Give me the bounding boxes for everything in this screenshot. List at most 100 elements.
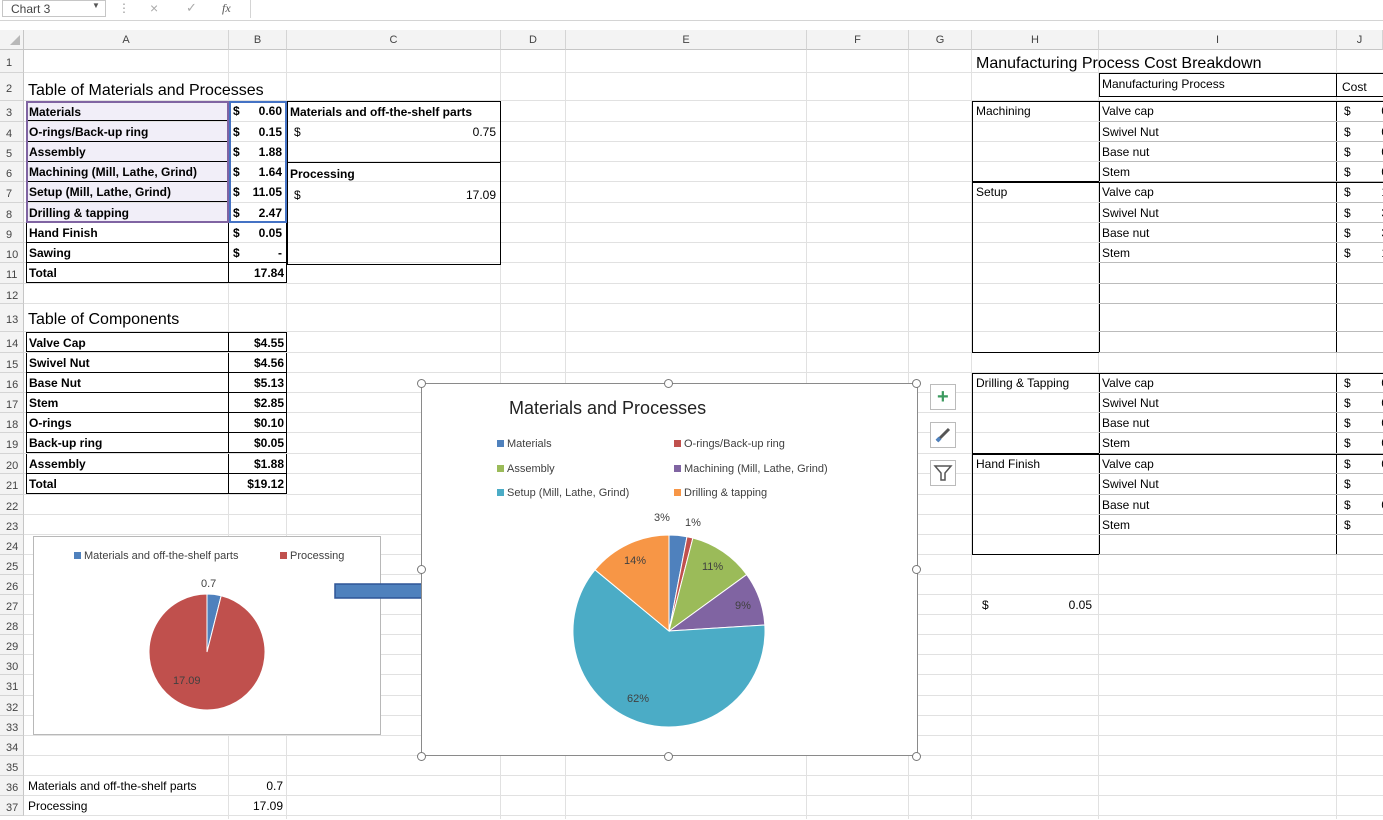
name-box-dropdown-icon[interactable]: ▼ [92, 1, 100, 10]
resize-handle[interactable] [417, 379, 426, 388]
row-header-9[interactable]: 9 [0, 223, 24, 243]
row-header-27[interactable]: 27 [0, 595, 24, 615]
breakdown-currency: $ [1344, 518, 1351, 532]
chart-filters-button[interactable] [930, 460, 956, 486]
row-header-19[interactable]: 19 [0, 433, 24, 454]
function-icon[interactable]: fx [222, 1, 231, 16]
row-header-31[interactable]: 31 [0, 675, 24, 696]
breakdown-cost: 0.6 [1360, 433, 1383, 453]
resize-handle[interactable] [417, 752, 426, 761]
column-header-h[interactable]: H [972, 30, 1099, 50]
resize-handle[interactable] [664, 752, 673, 761]
row-header-28[interactable]: 28 [0, 615, 24, 635]
small-pie-svg: 0.7 17.09 [148, 578, 266, 711]
chart-elements-button[interactable]: + [930, 384, 956, 410]
column-header-i[interactable]: I [1099, 30, 1337, 50]
cancel-icon[interactable]: × [150, 0, 158, 16]
breakdown-part: Valve cap [1102, 376, 1154, 390]
column-header-d[interactable]: D [501, 30, 566, 50]
resize-handle[interactable] [912, 379, 921, 388]
row-header-24[interactable]: 24 [0, 535, 24, 555]
component-label: Assembly [26, 454, 229, 474]
pie-slice-1[interactable] [148, 593, 266, 711]
breakdown-currency: $ [1344, 226, 1351, 240]
selection-range-blue[interactable] [229, 101, 287, 223]
resize-handle[interactable] [912, 752, 921, 761]
name-box[interactable]: Chart 3 [2, 0, 106, 17]
breakdown-row-line [1099, 331, 1383, 332]
row-header-16[interactable]: 16 [0, 373, 24, 393]
row-header-1[interactable]: 1 [0, 50, 24, 73]
enter-icon[interactable]: ✓ [186, 0, 197, 16]
breakdown-row-line [1099, 473, 1383, 474]
column-header-j[interactable]: J [1337, 30, 1383, 50]
breakdown-row-line [1099, 121, 1383, 122]
resize-handle[interactable] [417, 565, 426, 574]
column-header-b[interactable]: B [229, 30, 287, 50]
row-header-11[interactable]: 11 [0, 263, 24, 284]
breakdown-row-line [1099, 161, 1383, 162]
row-header-21[interactable]: 21 [0, 474, 24, 495]
column-header-e[interactable]: E [566, 30, 807, 50]
resize-handle[interactable] [912, 565, 921, 574]
row-header-37[interactable]: 37 [0, 796, 24, 816]
brush-tip [935, 436, 942, 443]
row-header-23[interactable]: 23 [0, 515, 24, 535]
row-header-33[interactable]: 33 [0, 716, 24, 736]
formula-input[interactable] [250, 0, 1383, 18]
column-header-f[interactable]: F [807, 30, 909, 50]
breakdown-cost: 0.9 [1360, 373, 1383, 393]
row-header-15[interactable]: 15 [0, 353, 24, 373]
resize-handle[interactable] [664, 379, 673, 388]
plus-icon: + [937, 386, 949, 408]
breakdown-cost: 0.0 [1360, 454, 1383, 474]
breakdown-row-line [1099, 202, 1383, 203]
row-header-4[interactable]: 4 [0, 122, 24, 142]
row-header-13[interactable]: 13 [0, 304, 24, 332]
row-header-26[interactable]: 26 [0, 575, 24, 595]
row-header-10[interactable]: 10 [0, 243, 24, 263]
row-header-6[interactable]: 6 [0, 162, 24, 182]
row-header-18[interactable]: 18 [0, 413, 24, 433]
data-label: 11% [702, 561, 723, 573]
breakdown-currency: $ [1344, 457, 1351, 471]
row-header-35[interactable]: 35 [0, 756, 24, 776]
breakdown-part: Stem [1102, 436, 1131, 450]
column-header-a[interactable]: A [24, 30, 229, 50]
row-header-36[interactable]: 36 [0, 776, 24, 796]
row-header-29[interactable]: 29 [0, 635, 24, 655]
column-header-c[interactable]: C [287, 30, 501, 50]
column-header-g[interactable]: G [909, 30, 972, 50]
row-header-12[interactable]: 12 [0, 284, 24, 304]
row-header-30[interactable]: 30 [0, 655, 24, 675]
material-label: Hand Finish [26, 223, 229, 243]
row-header-22[interactable]: 22 [0, 495, 24, 515]
chart-styles-button[interactable] [930, 422, 956, 448]
row-header-20[interactable]: 20 [0, 454, 24, 474]
component-value: $0.05 [229, 433, 287, 453]
small-pie-chart[interactable]: Materials and off-the-shelf parts Proces… [33, 536, 381, 735]
breakdown-cost: 0.0 [1360, 495, 1383, 515]
row-header-17[interactable]: 17 [0, 393, 24, 413]
data-label: 3% [654, 512, 670, 524]
row-header-5[interactable]: 5 [0, 142, 24, 162]
breakdown-currency: $ [1344, 477, 1351, 491]
row-header-3[interactable]: 3 [0, 101, 24, 122]
component-value: $2.85 [229, 393, 287, 413]
row-header-2[interactable]: 2 [0, 73, 24, 101]
breakdown-cost: - [1360, 515, 1383, 535]
breakdown-cost: 0.7 [1360, 162, 1383, 182]
main-pie-chart[interactable]: Materials and Processes Materials O-rings… [421, 383, 918, 756]
row-header-34[interactable]: 34 [0, 736, 24, 756]
breakdown-row-line [1099, 141, 1383, 142]
more-icon[interactable]: ⋮ [118, 1, 130, 15]
row-header-7[interactable]: 7 [0, 182, 24, 203]
row-header-14[interactable]: 14 [0, 332, 24, 353]
data-label: 1% [685, 517, 701, 529]
breakdown-header-divider [1336, 73, 1337, 97]
row-header-25[interactable]: 25 [0, 555, 24, 575]
row-header-32[interactable]: 32 [0, 696, 24, 716]
side-processing-currency: $ [294, 188, 301, 202]
row-header-8[interactable]: 8 [0, 203, 24, 223]
formula-bar: Chart 3 ▼ ⋮ × ✓ fx [0, 0, 1383, 21]
